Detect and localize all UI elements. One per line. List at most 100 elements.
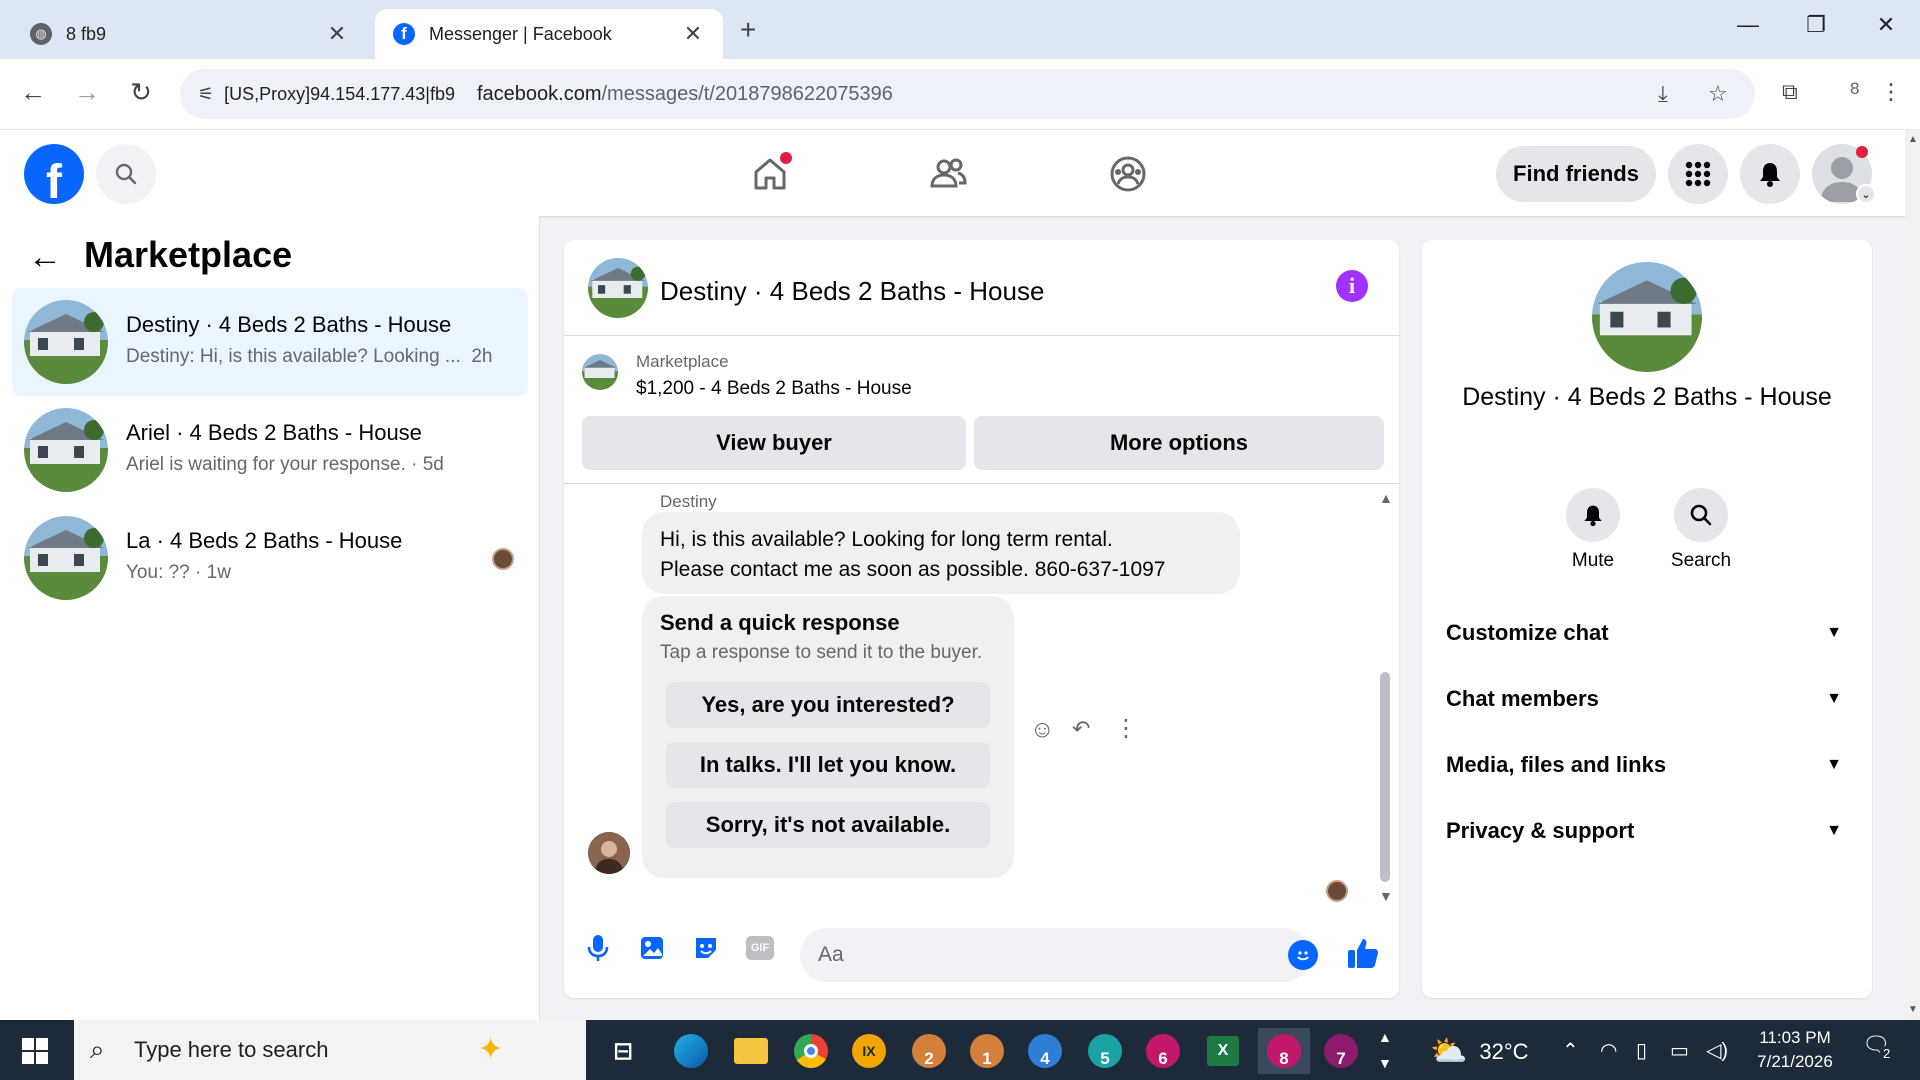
- conversation-preview: Ariel is waiting for your response. · 5d: [126, 454, 444, 475]
- conversation-item[interactable]: La · 4 Beds 2 Baths - House You: ?? · 1w: [12, 504, 528, 612]
- device-icon[interactable]: ▯: [1636, 1038, 1647, 1063]
- battery-icon[interactable]: ▭: [1670, 1038, 1689, 1063]
- site-settings-icon[interactable]: ⚟: [198, 84, 214, 105]
- notifications-button[interactable]: [1740, 144, 1800, 204]
- forward-arrow-icon[interactable]: →: [70, 77, 104, 108]
- more-options-button[interactable]: More options: [974, 416, 1384, 470]
- back-arrow-icon[interactable]: ←: [16, 77, 50, 108]
- gif-icon[interactable]: GIF: [744, 932, 776, 964]
- friends-nav[interactable]: [924, 150, 972, 198]
- system-clock[interactable]: 11:03 PM 7/21/2026: [1740, 1026, 1850, 1074]
- incoming-message-bubble[interactable]: Hi, is this available? Looking for long …: [642, 512, 1240, 594]
- house-thumbnail[interactable]: [588, 258, 648, 318]
- volume-icon[interactable]: ◁): [1706, 1038, 1728, 1063]
- copilot-sparkle-icon[interactable]: ✦: [478, 1032, 503, 1067]
- profile-5-icon[interactable]: 5: [1082, 1028, 1128, 1074]
- tab-8-fb9[interactable]: ◍ 8 fb9 ✕: [12, 9, 367, 59]
- listing-summary[interactable]: $1,200 - 4 Beds 2 Baths - House: [636, 378, 912, 400]
- taskbar-overflow-arrows[interactable]: ▲ ▼: [1378, 1024, 1392, 1076]
- install-app-icon[interactable]: ⤓: [1658, 81, 1668, 107]
- home-nav[interactable]: [746, 150, 794, 198]
- chat-panel: Destiny · 4 Beds 2 Baths - House i Marke…: [564, 240, 1399, 998]
- clock-date: 7/21/2026: [1757, 1052, 1833, 1071]
- omnibox[interactable]: ⚟ [US,Proxy]94.154.177.43|fb9 facebook.c…: [180, 69, 1755, 119]
- conversation-item[interactable]: Destiny · 4 Beds 2 Baths - House Destiny…: [12, 288, 528, 396]
- view-buyer-button[interactable]: View buyer: [582, 416, 966, 470]
- profile-6-icon[interactable]: 6: [1140, 1028, 1186, 1074]
- close-tab-icon[interactable]: ✕: [681, 21, 705, 47]
- profile-8-icon[interactable]: 8: [1258, 1028, 1310, 1074]
- facebook-logo-icon[interactable]: f: [24, 144, 84, 204]
- thumbs-up-icon[interactable]: [1346, 936, 1380, 975]
- groups-nav[interactable]: [1104, 150, 1152, 198]
- quick-response-option[interactable]: Yes, are you interested?: [666, 682, 990, 728]
- sender-avatar[interactable]: [588, 832, 630, 874]
- menu-grid-button[interactable]: [1668, 144, 1728, 204]
- chrome-icon[interactable]: [788, 1028, 834, 1074]
- ix-browser-icon[interactable]: IX: [846, 1028, 892, 1074]
- scroll-down-arrow-icon[interactable]: ▼: [1379, 888, 1393, 904]
- profile-7-icon[interactable]: 7: [1318, 1028, 1364, 1074]
- chevron-down-icon[interactable]: ⌄: [1856, 184, 1876, 204]
- quick-response-option[interactable]: In talks. I'll let you know.: [666, 742, 990, 788]
- profile-badge[interactable]: 8: [1850, 79, 1859, 99]
- weather-widget[interactable]: ⛅ 32°C: [1430, 1034, 1529, 1069]
- profile-1-icon[interactable]: 1: [964, 1028, 1010, 1074]
- sticker-icon[interactable]: [690, 932, 722, 964]
- house-thumbnail: [24, 408, 108, 492]
- minimize-button[interactable]: —: [1728, 12, 1768, 38]
- search-in-conversation-button[interactable]: Search: [1656, 488, 1746, 572]
- chat-members-section[interactable]: Chat members ▼: [1446, 674, 1848, 724]
- restore-button[interactable]: ❐: [1796, 12, 1836, 38]
- close-tab-icon[interactable]: ✕: [325, 21, 349, 47]
- scroll-up-arrow-icon[interactable]: ▲: [1908, 134, 1918, 145]
- url-text[interactable]: facebook.com/messages/t/2018798622075396: [477, 83, 893, 106]
- message-input[interactable]: [800, 928, 1310, 982]
- bookmark-star-icon[interactable]: ☆: [1708, 81, 1728, 107]
- customize-chat-section[interactable]: Customize chat ▼: [1446, 608, 1848, 658]
- conversation-item[interactable]: Ariel · 4 Beds 2 Baths - House Ariel is …: [12, 396, 528, 504]
- profile-2-icon[interactable]: 2: [906, 1028, 952, 1074]
- message-thread[interactable]: Destiny Hi, is this available? Looking f…: [564, 484, 1399, 908]
- search-button[interactable]: [96, 144, 156, 204]
- privacy-support-section[interactable]: Privacy & support ▼: [1446, 806, 1848, 856]
- grid-menu-icon: [1685, 161, 1711, 187]
- tray-chevron-up-icon[interactable]: ⌃: [1562, 1038, 1579, 1063]
- more-actions-icon[interactable]: ⋮: [1114, 714, 1138, 743]
- microphone-icon[interactable]: [582, 932, 614, 964]
- tab-search-icon[interactable]: ⧉: [1782, 79, 1798, 105]
- chat-scrollbar-thumb[interactable]: [1380, 672, 1390, 882]
- mute-button[interactable]: Mute: [1548, 488, 1638, 572]
- scroll-up-arrow-icon[interactable]: ▲: [1379, 490, 1393, 506]
- new-tab-button[interactable]: +: [740, 14, 756, 46]
- notification-center-icon[interactable]: 🗨 2: [1862, 1032, 1896, 1066]
- wifi-icon[interactable]: ◠: [1600, 1038, 1617, 1063]
- taskbar-search-box[interactable]: ⌕ Type here to search ✦: [74, 1020, 586, 1080]
- windows-start-icon[interactable]: [22, 1038, 48, 1064]
- media-files-links-section[interactable]: Media, files and links ▼: [1446, 740, 1848, 790]
- page-scrollbar[interactable]: ▲ ▼: [1905, 130, 1920, 1020]
- taskbar-search-placeholder: Type here to search: [134, 1037, 329, 1062]
- back-arrow-icon[interactable]: ←: [28, 238, 62, 277]
- message-text: Hi, is this available? Looking for long …: [660, 528, 1113, 551]
- chat-title[interactable]: Destiny · 4 Beds 2 Baths - House: [660, 276, 1044, 307]
- quick-response-option[interactable]: Sorry, it's not available.: [666, 802, 990, 848]
- photo-icon[interactable]: [636, 932, 668, 964]
- menu-kebab-icon[interactable]: ⋮: [1880, 79, 1902, 105]
- globe-icon: ◍: [30, 23, 52, 45]
- find-friends-button[interactable]: Find friends: [1496, 146, 1656, 202]
- close-window-button[interactable]: ✕: [1866, 12, 1906, 38]
- emoji-icon[interactable]: [1288, 940, 1318, 970]
- excel-icon[interactable]: X: [1200, 1028, 1246, 1074]
- reply-arrow-icon[interactable]: ↶: [1072, 716, 1090, 742]
- reload-icon[interactable]: ↻: [124, 77, 158, 108]
- facebook-header: f Find friends ⌄: [0, 130, 1905, 216]
- react-smiley-icon[interactable]: ☺: [1030, 716, 1055, 744]
- scroll-down-arrow-icon[interactable]: ▼: [1908, 1004, 1918, 1015]
- tab-messenger[interactable]: f Messenger | Facebook ✕: [375, 9, 723, 59]
- task-view-icon[interactable]: ⊟: [600, 1028, 646, 1074]
- info-icon[interactable]: i: [1336, 270, 1368, 302]
- edge-icon[interactable]: [668, 1028, 714, 1074]
- file-explorer-icon[interactable]: [728, 1028, 774, 1074]
- profile-4-icon[interactable]: 4: [1022, 1028, 1068, 1074]
